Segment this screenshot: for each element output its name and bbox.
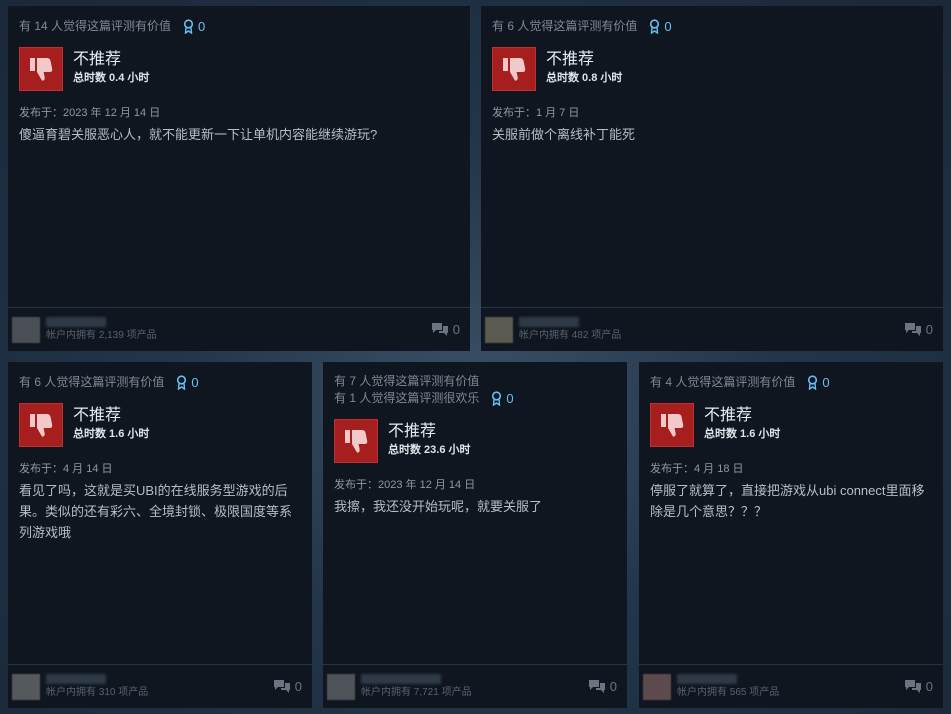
avatar[interactable] [485,316,513,343]
username[interactable] [46,317,106,327]
comment-icon [904,680,921,693]
award-icon [177,375,187,390]
helpful-count: 有 7 人觉得这篇评测有价值 有 1 人觉得这篇评测很欢乐 0 [334,373,616,407]
recommendation-title[interactable]: 不推荐 [546,50,622,70]
comment-icon [588,680,605,693]
helpful-text: 有 6 人觉得这篇评测有价值 [492,19,638,33]
review-card: 有 6 人觉得这篇评测有价值 0 不推荐 总时数 1.6 小时 发布于：4 月 … [8,362,312,708]
recommendation-title[interactable]: 不推荐 [73,406,149,426]
username[interactable] [677,674,737,684]
thumbs-down-icon [650,403,694,447]
funny-text: 有 1 人觉得这篇评测很欢乐 [334,391,480,405]
comment-icon [431,323,448,336]
thumbs-down-icon [19,47,63,91]
award-count: 0 [822,375,830,390]
thumbs-down-icon [19,403,63,447]
thumbs-down-icon [492,47,536,91]
avatar[interactable] [643,673,671,700]
playtime-hours: 总时数 1.6 小时 [704,428,781,440]
posted-date: 发布于：2023 年 12 月 14 日 [334,479,476,491]
review-text: 傻逼育碧关服恶心人，就不能更新一下让单机内容能继续游玩? [19,127,378,142]
posted-date: 发布于：4 月 14 日 [19,463,113,475]
comment-count: 0 [925,322,933,337]
avatar[interactable] [12,316,40,343]
helpful-text: 有 6 人觉得这篇评测有价值 [19,375,165,389]
recommendation-title[interactable]: 不推荐 [388,422,471,442]
award-button[interactable]: 0 [491,390,514,407]
recommendation-title[interactable]: 不推荐 [704,406,780,426]
helpful-count: 有 6 人觉得这篇评测有价值 0 [492,18,932,35]
username[interactable] [361,674,441,684]
playtime-hours: 总时数 0.8 小时 [546,72,623,84]
review-footer: 帐户内拥有 7,721 项产品 0 [323,664,627,708]
playtime-hours: 总时数 1.6 小时 [73,428,150,440]
product-count: 帐户内拥有 2,139 项产品 [46,330,157,341]
review-card: 有 4 人觉得这篇评测有价值 0 不推荐 总时数 1.6 小时 发布于：4 月 … [639,362,943,708]
award-count: 0 [191,375,199,390]
comments-button[interactable]: 0 [273,679,302,694]
comments-button[interactable]: 0 [904,322,933,337]
playtime-hours: 总时数 23.6 小时 [388,444,471,456]
award-icon [492,391,502,406]
award-icon [650,19,660,34]
comment-count: 0 [925,679,933,694]
product-count: 帐户内拥有 482 项产品 [519,330,622,341]
posted-date: 发布于：1 月 7 日 [492,107,580,119]
comments-button[interactable]: 0 [904,679,933,694]
award-button[interactable]: 0 [807,374,830,391]
award-button[interactable]: 0 [649,18,672,35]
review-footer: 帐户内拥有 2,139 项产品 0 [8,307,470,351]
comment-count: 0 [452,322,460,337]
posted-date: 发布于：2023 年 12 月 14 日 [19,107,161,119]
product-count: 帐户内拥有 310 项产品 [46,687,149,698]
award-icon [183,19,194,34]
comments-button[interactable]: 0 [431,322,460,337]
award-count: 0 [198,19,206,34]
review-footer: 帐户内拥有 565 项产品 0 [639,664,943,708]
review-footer: 帐户内拥有 482 项产品 0 [481,307,943,351]
comment-icon [273,680,290,693]
review-text: 关服前做个离线补丁能死 [492,127,636,142]
username[interactable] [519,317,579,327]
posted-date: 发布于：4 月 18 日 [650,463,744,475]
review-text: 停服了就算了，直接把游戏从ubi connect里面移除是几个意思？？？ [650,483,925,519]
thumbs-down-icon [334,419,378,463]
avatar[interactable] [12,673,40,700]
review-text: 我擦，我还没开始玩呢，就要关服了 [334,499,543,514]
product-count: 帐户内拥有 565 项产品 [677,687,780,698]
helpful-count: 有 6 人觉得这篇评测有价值 0 [19,374,301,391]
helpful-text: 有 4 人觉得这篇评测有价值 [650,375,796,389]
username[interactable] [46,674,106,684]
helpful-count: 有 14 人觉得这篇评测有价值 0 [19,18,459,35]
award-count: 0 [664,19,672,34]
comment-count: 0 [294,679,302,694]
review-card: 有 6 人觉得这篇评测有价值 0 不推荐 总时数 0.8 小时 发布于：1 月 … [481,6,943,351]
review-text: 看见了吗，这就是买UBI的在线服务型游戏的后果。类似的还有彩六、全境封锁、极限国… [19,483,293,540]
comment-icon [904,323,921,336]
award-icon [808,375,818,390]
recommendation-title[interactable]: 不推荐 [73,50,149,70]
award-button[interactable]: 0 [176,374,199,391]
award-count: 0 [506,391,514,406]
award-button[interactable]: 0 [183,18,205,35]
product-count: 帐户内拥有 7,721 项产品 [361,687,472,698]
review-card: 有 14 人觉得这篇评测有价值 0 不推荐 总时数 0.4 小时 发布于：202… [8,6,470,351]
comment-count: 0 [609,679,617,694]
helpful-text: 有 7 人觉得这篇评测有价值 [334,374,480,388]
helpful-count: 有 4 人觉得这篇评测有价值 0 [650,374,932,391]
review-footer: 帐户内拥有 310 项产品 0 [8,664,312,708]
comments-button[interactable]: 0 [588,679,617,694]
helpful-text: 有 14 人觉得这篇评测有价值 [19,19,172,33]
avatar[interactable] [327,673,355,700]
playtime-hours: 总时数 0.4 小时 [73,72,150,84]
review-card: 有 7 人觉得这篇评测有价值 有 1 人觉得这篇评测很欢乐 0 不推荐 总时数 … [323,362,627,708]
